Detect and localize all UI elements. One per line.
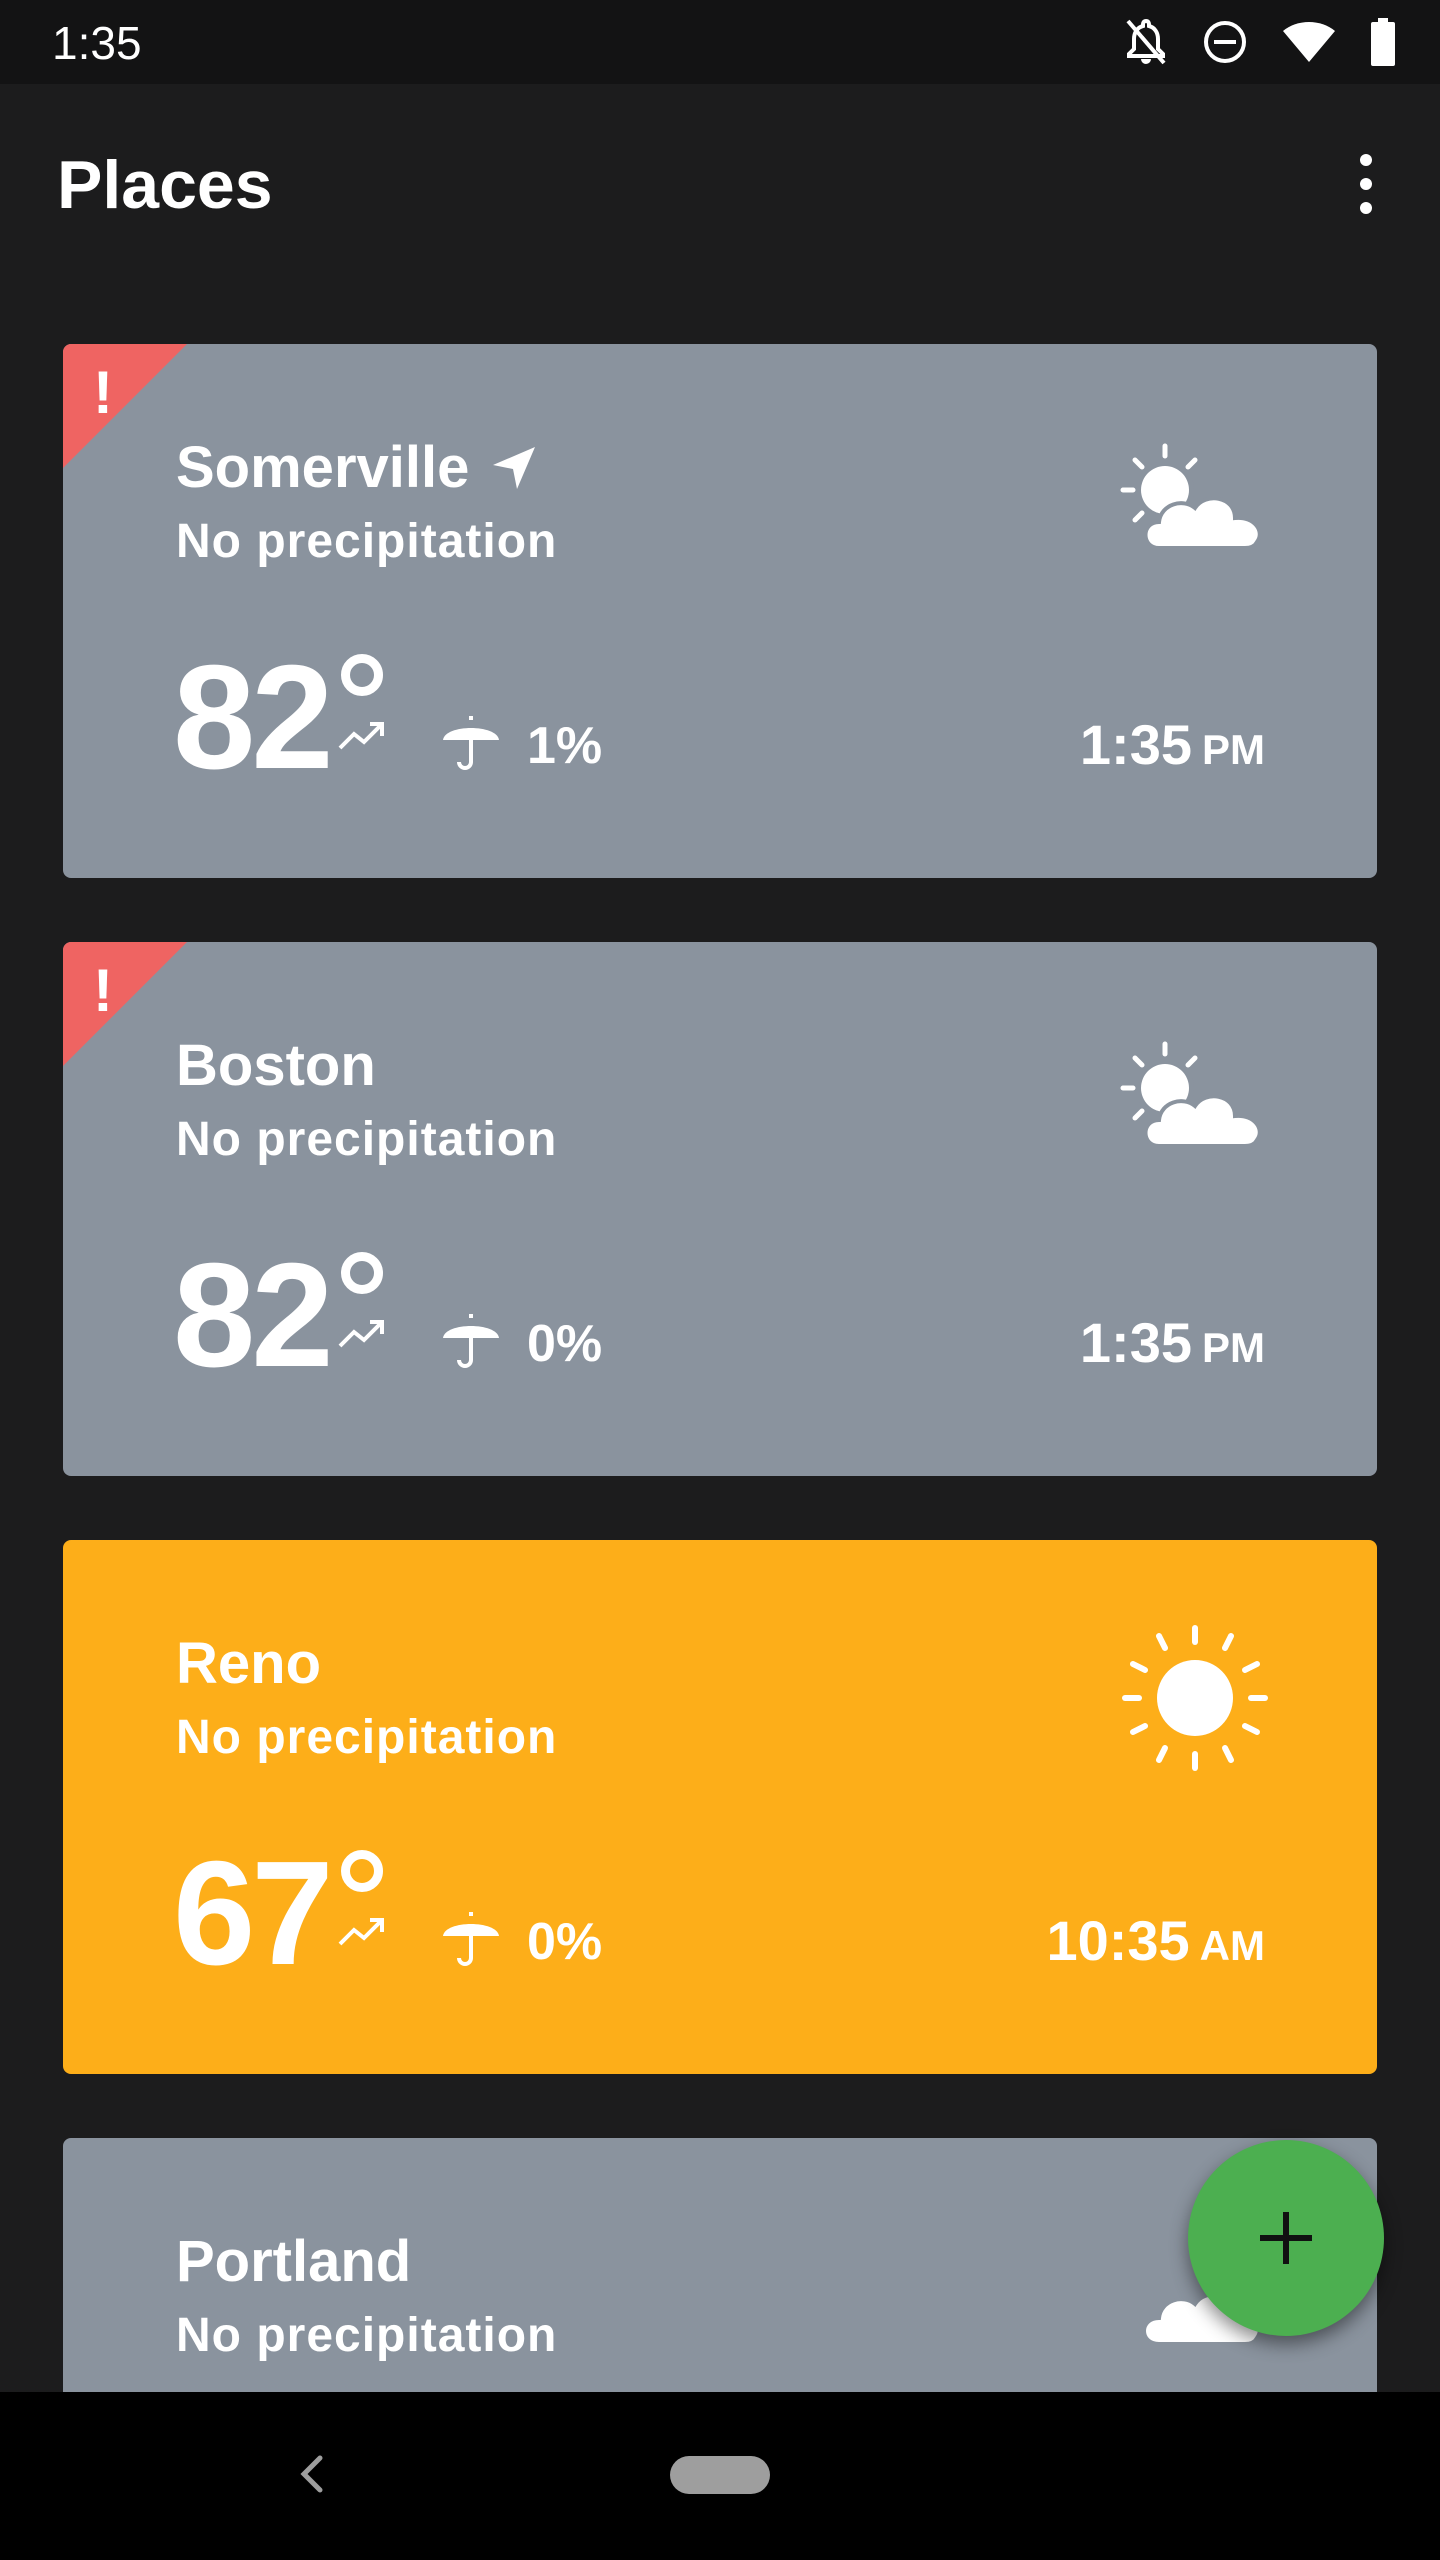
status-time: 1:35 [52,17,142,69]
alert-mark: ! [93,359,113,426]
precipitation-summary: No precipitation [176,515,558,568]
status-bar: 1:35 [0,0,1440,84]
umbrella-icon [441,1312,501,1377]
precipitation-chance: 0% [527,1315,603,1373]
more-vert-icon [1360,154,1372,166]
place-card-boston[interactable]: ! Boston No precipitation 82 0% 1:35 PM [63,942,1377,1476]
notifications-off-icon [1124,17,1168,67]
degree-symbol [341,1252,383,1294]
trending-up-icon [338,1318,388,1353]
app-bar: Places [0,84,1440,284]
place-card-portland[interactable]: Portland No precipitation [63,2138,1377,2392]
back-icon [300,2455,323,2493]
local-time-value: 1:35 [1079,713,1192,776]
places-list: ! Somerville No precipitation 82 1% 1:35… [0,284,1440,2392]
local-time-ampm: AM [1199,1922,1265,1969]
local-time: 1:35 PM [1080,1310,1265,1375]
wifi-icon [1282,20,1336,64]
system-nav-bar [0,2392,1440,2560]
partly-cloudy-icon [1119,442,1269,559]
page-title: Places [57,147,273,223]
local-time: 10:35 AM [1046,1908,1265,1973]
local-time-ampm: PM [1202,726,1265,773]
current-location-icon [493,446,536,489]
trending-up-icon [338,720,388,755]
place-name: Portland [176,2228,411,2295]
degree-symbol [341,654,383,696]
local-time: 1:35 PM [1080,712,1265,777]
place-card-reno[interactable]: Reno No precipitation 67 0% 10:35 AM [63,1540,1377,2074]
place-card-somerville[interactable]: ! Somerville No precipitation 82 1% 1:35… [63,344,1377,878]
trending-up-icon [338,1916,388,1951]
temperature: 82 [173,1233,334,1398]
place-name-text: Reno [176,1631,321,1696]
place-name: Reno [176,1630,321,1697]
place-name: Somerville [176,434,537,501]
umbrella-icon [441,1910,501,1975]
local-time-ampm: PM [1202,1324,1265,1371]
local-time-value: 10:35 [1046,1909,1190,1972]
place-name: Boston [176,1032,376,1099]
precipitation-chance: 1% [527,717,603,775]
precipitation-summary: No precipitation [176,1711,558,1764]
place-name-text: Portland [176,2229,412,2294]
precipitation-summary: No precipitation [176,1113,558,1166]
back-button[interactable] [290,2444,330,2509]
sunny-icon [1121,1624,1269,1777]
temperature: 82 [173,635,334,800]
local-time-value: 1:35 [1079,1311,1192,1374]
partly-cloudy-icon [1119,1040,1269,1157]
alert-mark: ! [93,957,113,1024]
umbrella-icon [441,714,501,779]
battery-icon [1370,18,1396,66]
temperature: 67 [173,1831,334,1996]
add-icon [1260,2212,1312,2264]
do-not-disturb-icon [1202,19,1248,65]
precipitation-chance: 0% [527,1913,603,1971]
more-options-button[interactable] [1336,144,1396,224]
home-button[interactable] [670,2456,770,2494]
place-name-text: Somerville [176,435,470,500]
more-vert-dot [1360,178,1372,190]
precipitation-summary: No precipitation [176,2309,558,2362]
add-place-button[interactable] [1188,2140,1384,2336]
place-name-text: Boston [176,1033,376,1098]
status-icons [1124,14,1396,70]
degree-symbol [341,1850,383,1892]
more-vert-dot [1360,202,1372,214]
